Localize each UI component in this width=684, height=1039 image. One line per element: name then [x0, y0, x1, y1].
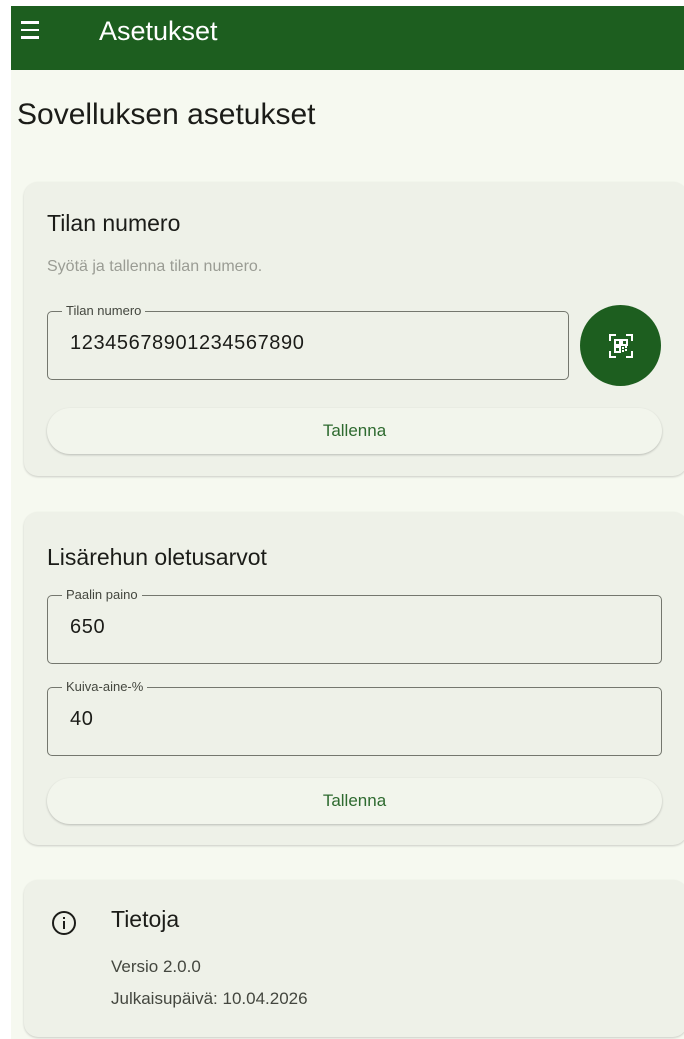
- feed-defaults-card-title: Lisärehun oletusarvot: [47, 544, 267, 570]
- info-icon: [52, 911, 76, 935]
- app-bar-title: Asetukset: [99, 16, 218, 46]
- page-title: Sovelluksen asetukset: [17, 98, 316, 131]
- qr-code-scanner-icon: [608, 333, 633, 358]
- farm-number-field[interactable]: Tilan numero 12345678901234567890: [47, 304, 569, 380]
- dry-matter-field[interactable]: Kuiva-aine-% 40: [47, 680, 662, 756]
- dry-matter-input[interactable]: 40: [70, 708, 93, 731]
- farm-number-description: Syötä ja tallenna tilan numero.: [47, 258, 263, 275]
- dry-matter-field-label: Kuiva-aine-%: [62, 680, 148, 694]
- app-bar: Asetukset: [11, 6, 684, 70]
- bale-weight-field-label: Paalin paino: [62, 588, 142, 602]
- info-title: Tietoja: [111, 906, 180, 932]
- bale-weight-field[interactable]: Paalin paino 650: [47, 588, 662, 664]
- scan-qr-button[interactable]: [580, 305, 661, 386]
- farm-number-field-label: Tilan numero: [62, 304, 146, 318]
- hamburger-menu-icon[interactable]: [21, 16, 49, 44]
- feed-defaults-card: Lisärehun oletusarvot Paalin paino 650 K…: [24, 512, 684, 845]
- release-date: Julkaisupäivä: 10.04.2026: [111, 989, 308, 1008]
- farm-number-card-title: Tilan numero: [47, 210, 181, 236]
- info-card: Tietoja Versio 2.0.0 Julkaisupäivä: 10.0…: [24, 880, 684, 1037]
- settings-screen: Asetukset Sovelluksen asetukset Tilan nu…: [11, 6, 684, 1039]
- farm-number-input[interactable]: 12345678901234567890: [70, 332, 304, 355]
- save-farm-number-button[interactable]: Tallenna: [47, 408, 662, 454]
- save-feed-defaults-button[interactable]: Tallenna: [47, 778, 662, 824]
- app-version: Versio 2.0.0: [111, 957, 201, 976]
- farm-number-card: Tilan numero Syötä ja tallenna tilan num…: [24, 182, 684, 476]
- bale-weight-input[interactable]: 650: [70, 616, 105, 639]
